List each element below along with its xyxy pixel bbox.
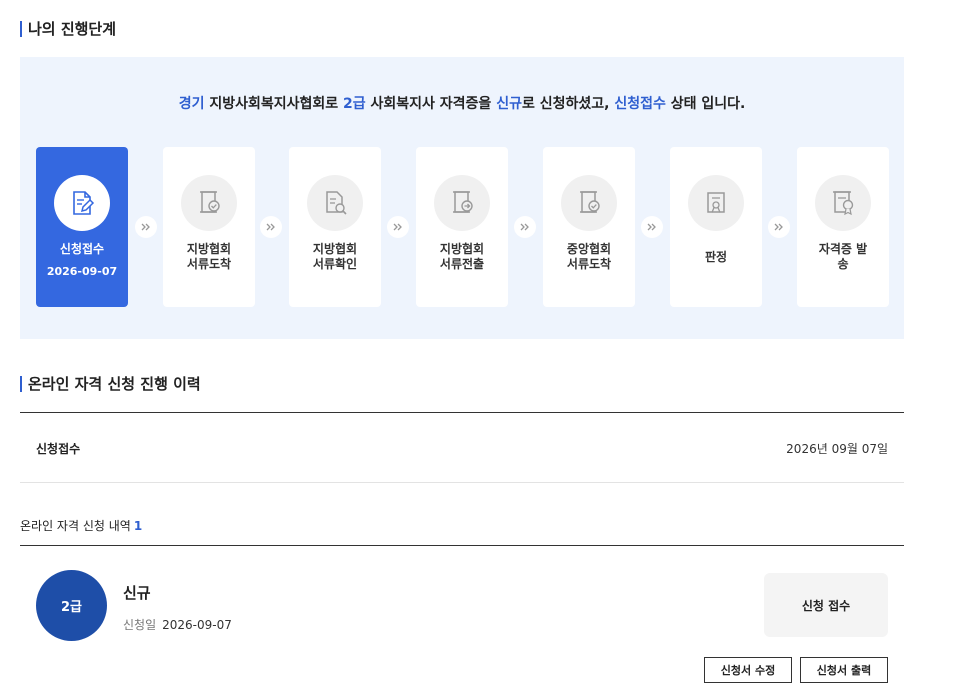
state-highlight: 신청접수: [614, 96, 666, 112]
certificate-ship-icon: [815, 175, 871, 231]
application-list-title: 온라인 자격 신청 내역 1: [20, 517, 142, 534]
step-central-doc-arrival: 중앙협회 서류도착: [543, 147, 635, 307]
divider: [20, 545, 904, 546]
step-label: 지방협회 서류확인: [312, 242, 358, 271]
sentence-text: 로 신청하셨고,: [521, 96, 615, 112]
step-label: 지방협회 서류도착: [186, 242, 232, 271]
chevron-double-right-icon: [768, 216, 790, 238]
step-application-received: 신청접수 2026-09-07: [36, 147, 128, 307]
step-judgment: 판정: [670, 147, 762, 307]
application-date-label: 신청일: [123, 618, 157, 632]
grade-highlight: 2급: [343, 96, 366, 112]
application-list-label: 온라인 자격 신청 내역: [20, 519, 131, 533]
step-label: 자격증 발 송: [818, 242, 868, 271]
history-status: 신청접수: [36, 442, 81, 456]
step-date: 2026-09-07: [46, 265, 118, 278]
chevron-double-right-icon: [514, 216, 536, 238]
application-type: 신규: [123, 584, 151, 602]
sentence-text: 상태 입니다.: [665, 96, 746, 112]
certificate-icon: [688, 175, 744, 231]
step-local-doc-arrival: 지방협회 서류도착: [163, 147, 255, 307]
step-label: 지방협회 서류전출: [439, 242, 485, 271]
document-send-icon: [434, 175, 490, 231]
print-application-button[interactable]: 신청서 출력: [800, 657, 888, 683]
step-local-doc-check: 지방협회 서류확인: [289, 147, 381, 307]
chevron-double-right-icon: [260, 216, 282, 238]
history-date: 2026년 09월 07일: [786, 442, 888, 456]
application-count: 1: [133, 519, 143, 533]
apply-type-highlight: 신규: [496, 96, 522, 112]
step-certificate-shipping: 자격증 발 송: [797, 147, 889, 307]
application-date: 2026-09-07: [162, 618, 232, 632]
history-section-title: 온라인 자격 신청 진행 이력: [20, 376, 201, 392]
status-sentence: 경기 지방사회복지사협회로 2급 사회복지사 자격증을 신규로 신청하셨고, 신…: [20, 93, 904, 113]
document-check-icon: [181, 175, 237, 231]
document-search-icon: [307, 175, 363, 231]
chevron-double-right-icon: [641, 216, 663, 238]
progress-section-title: 나의 진행단계: [20, 21, 116, 37]
edit-application-button[interactable]: 신청서 수정: [704, 657, 792, 683]
chevron-double-right-icon: [135, 216, 157, 238]
step-label: 신청접수: [59, 242, 105, 256]
document-edit-icon: [54, 175, 110, 231]
history-row: 신청접수 2026년 09월 07일: [20, 413, 904, 483]
step-local-doc-transfer: 지방협회 서류전출: [416, 147, 508, 307]
sentence-text: 사회복지사 자격증을: [365, 96, 497, 112]
progress-panel: 경기 지방사회복지사협회로 2급 사회복지사 자격증을 신규로 신청하셨고, 신…: [20, 57, 904, 339]
step-label: 판정: [704, 250, 728, 264]
document-check-icon: [561, 175, 617, 231]
region-highlight: 경기: [178, 96, 205, 112]
application-status-badge: 신청 접수: [764, 573, 888, 637]
application-date-row: 신청일 2026-09-07: [123, 616, 232, 633]
sentence-text: 지방사회복지사협회로: [204, 96, 344, 112]
chevron-double-right-icon: [387, 216, 409, 238]
step-label: 중앙협회 서류도착: [566, 242, 612, 271]
grade-badge: 2급: [36, 570, 107, 641]
